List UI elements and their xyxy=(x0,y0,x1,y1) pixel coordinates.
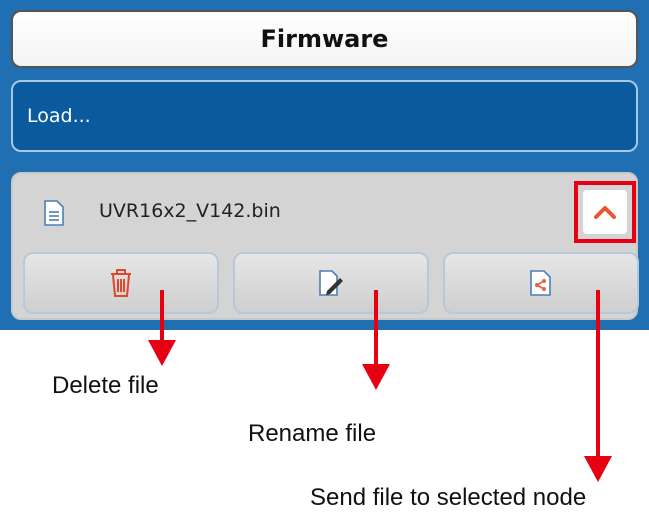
delete-arrow-icon xyxy=(148,290,176,366)
rename-arrow-icon xyxy=(362,290,390,390)
collapse-button[interactable] xyxy=(583,190,627,234)
chevron-up-icon xyxy=(594,206,616,219)
file-actions xyxy=(23,252,639,314)
file-name: UVR16x2_V142.bin xyxy=(99,200,281,222)
file-entry-panel: UVR16x2_V142.bin xyxy=(11,172,639,320)
delete-file-button[interactable] xyxy=(23,252,219,314)
page-title: Firmware xyxy=(11,10,638,68)
trash-icon xyxy=(111,269,131,297)
rename-file-caption: Rename file xyxy=(248,420,377,447)
delete-file-caption: Delete file xyxy=(52,372,159,399)
send-file-caption: Send file to selected node xyxy=(310,484,587,511)
device-screen: Firmware Load... UVR16x2_V142.bin xyxy=(0,0,649,330)
load-button[interactable]: Load... xyxy=(11,80,638,152)
share-document-icon xyxy=(530,270,551,296)
edit-document-icon xyxy=(319,270,343,296)
send-arrow-icon xyxy=(584,290,612,482)
rename-file-button[interactable] xyxy=(233,252,429,314)
file-row[interactable]: UVR16x2_V142.bin xyxy=(13,174,636,250)
document-icon xyxy=(44,200,64,226)
